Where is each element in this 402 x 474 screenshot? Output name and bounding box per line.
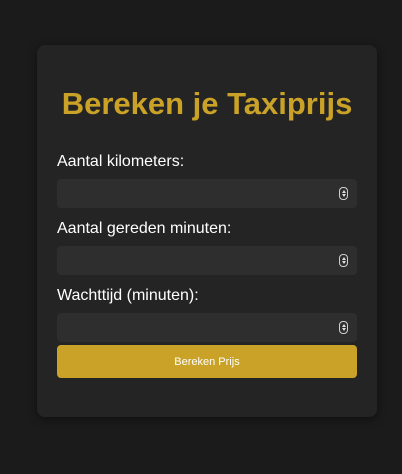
waiting-time-input[interactable] (57, 313, 357, 342)
page-title: Bereken je Taxiprijs (61, 86, 353, 121)
minutes-label: Aantal gereden minuten: (57, 220, 232, 237)
waiting-time-field-group: Wachttijd (minuten): (57, 287, 357, 342)
waiting-time-input-box[interactable] (57, 313, 357, 342)
waiting-time-label: Wachttijd (minuten): (57, 287, 199, 304)
number-stepper-icon[interactable] (339, 254, 348, 267)
calculate-price-button[interactable]: Bereken Prijs (57, 345, 357, 378)
calculator-card: Bereken je Taxiprijs Aantal kilometers: … (37, 45, 377, 417)
kilometers-label: Aantal kilometers: (57, 153, 185, 170)
kilometers-field-group: Aantal kilometers: (57, 153, 357, 208)
minutes-field-group: Aantal gereden minuten: (57, 220, 357, 275)
number-stepper-icon[interactable] (339, 321, 348, 334)
kilometers-input-box[interactable] (57, 179, 357, 208)
number-stepper-icon[interactable] (339, 187, 348, 200)
kilometers-input[interactable] (57, 179, 357, 208)
minutes-input-box[interactable] (57, 246, 357, 275)
minutes-input[interactable] (57, 246, 357, 275)
